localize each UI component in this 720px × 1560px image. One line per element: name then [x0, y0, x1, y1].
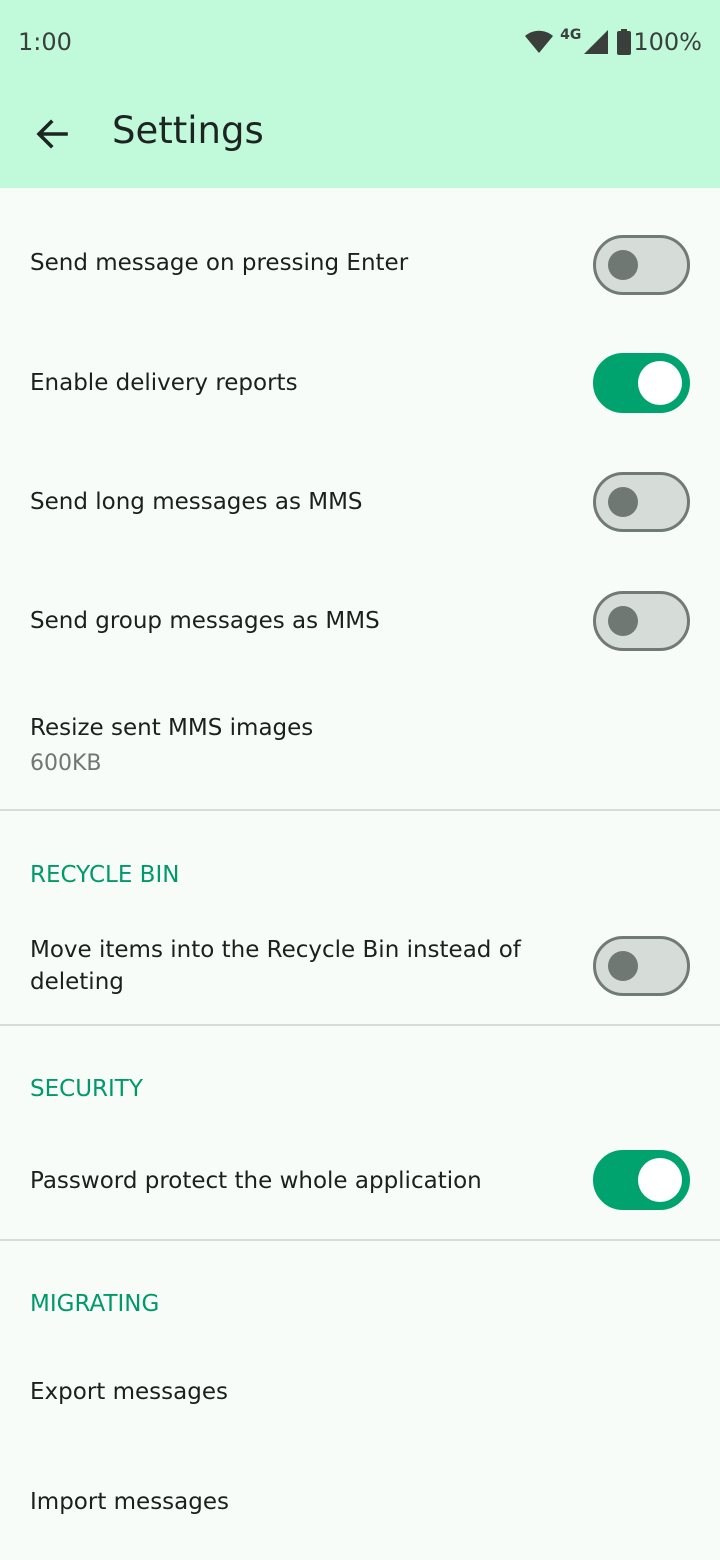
toggle-knob: [638, 1158, 682, 1202]
divider: [0, 1239, 720, 1241]
toggle-knob: [638, 361, 682, 405]
setting-label: Send group messages as MMS: [30, 608, 380, 634]
group-messages-mms-toggle[interactable]: [593, 591, 690, 651]
setting-password-protect[interactable]: Password protect the whole application: [0, 1123, 720, 1239]
toggle-knob: [608, 951, 638, 981]
setting-resize-mms[interactable]: Resize sent MMS images 600KB: [0, 680, 720, 810]
setting-group-messages-mms[interactable]: Send group messages as MMS: [0, 562, 720, 680]
page-title: Settings: [112, 109, 264, 152]
setting-delivery-reports[interactable]: Enable delivery reports: [0, 324, 720, 442]
setting-label: Send long messages as MMS: [30, 489, 363, 515]
status-bar: 1:00 4G 100%: [0, 0, 720, 86]
long-messages-mms-toggle[interactable]: [593, 472, 690, 532]
section-header-security: SECURITY: [30, 1076, 143, 1102]
setting-send-on-enter[interactable]: Send message on pressing Enter: [0, 206, 720, 324]
toggle-knob: [608, 250, 638, 280]
setting-long-messages-mms[interactable]: Send long messages as MMS: [0, 443, 720, 561]
setting-label: Password protect the whole application: [30, 1168, 482, 1194]
cell-signal-icon: [583, 29, 609, 55]
status-time: 1:00: [18, 28, 72, 56]
setting-label: Move items into the Recycle Bin instead …: [30, 937, 521, 995]
delivery-reports-toggle[interactable]: [593, 353, 690, 413]
setting-label: Send message on pressing Enter: [30, 250, 409, 276]
divider: [0, 1024, 720, 1026]
setting-label: Export messages: [30, 1379, 228, 1405]
setting-value: 600KB: [30, 751, 102, 776]
setting-label: Resize sent MMS images: [30, 715, 314, 741]
divider: [0, 809, 720, 811]
section-header-migrating: MIGRATING: [30, 1291, 160, 1317]
password-protect-toggle[interactable]: [593, 1150, 690, 1210]
toggle-knob: [608, 606, 638, 636]
wifi-icon: [524, 30, 554, 54]
setting-import-messages[interactable]: Import messages: [0, 1448, 720, 1556]
battery-icon: [617, 29, 632, 55]
setting-export-messages[interactable]: Export messages: [0, 1338, 720, 1446]
network-type-label: 4G: [560, 27, 582, 43]
back-button[interactable]: [22, 106, 82, 166]
app-bar: Settings: [0, 86, 720, 188]
setting-label: Enable delivery reports: [30, 370, 298, 396]
recycle-bin-toggle[interactable]: [593, 936, 690, 996]
battery-percent: 100%: [633, 28, 702, 56]
setting-label: Import messages: [30, 1489, 229, 1515]
toggle-knob: [608, 487, 638, 517]
status-icons: 4G 100%: [524, 26, 702, 58]
send-on-enter-toggle[interactable]: [593, 235, 690, 295]
arrow-back-icon: [35, 117, 69, 155]
section-header-recycle-bin: RECYCLE BIN: [30, 862, 180, 888]
setting-move-to-recycle-bin[interactable]: Move items into the Recycle Bin instead …: [0, 908, 720, 1024]
